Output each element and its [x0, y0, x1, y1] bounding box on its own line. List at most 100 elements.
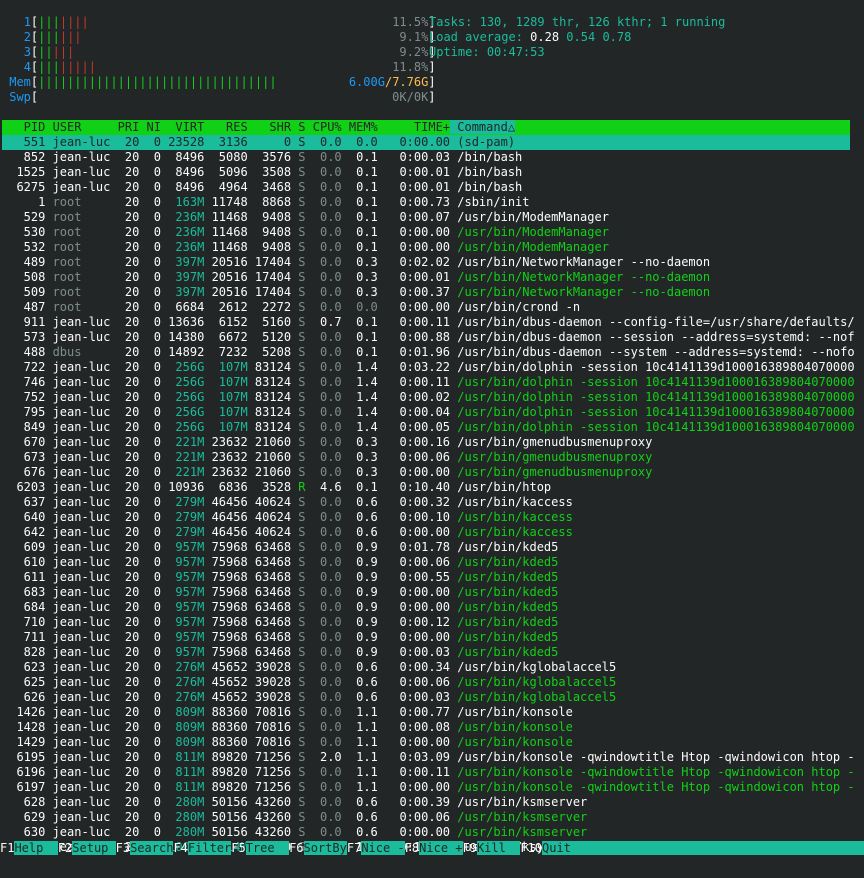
cell-res: 45652	[204, 660, 248, 674]
column-header-virt[interactable]: VIRT	[161, 120, 204, 134]
fkey-f7[interactable]: F7	[347, 841, 361, 855]
table-row[interactable]: 6195 jean-luc 20 0 811M 89820 71256 S 2.…	[2, 750, 854, 765]
cell-pid: 626	[2, 690, 46, 704]
column-header-res[interactable]: RES	[204, 120, 248, 134]
table-row[interactable]: 710 jean-luc 20 0 957M 75968 63468 S 0.0…	[2, 615, 855, 630]
column-header-mem[interactable]: MEM%	[342, 120, 378, 134]
fkey-label-quit[interactable]: Quit	[542, 841, 571, 855]
table-row[interactable]: 637 jean-luc 20 0 279M 46456 40624 S 0.0…	[2, 495, 855, 510]
fkey-label-filter[interactable]: Filter	[187, 841, 232, 855]
cell-cpu: 0.0	[305, 810, 342, 824]
table-row[interactable]: 852 jean-luc 20 0 8496 5080 3576 S 0.0 0…	[2, 150, 855, 165]
fkey-label-help[interactable]: Help	[14, 841, 44, 855]
table-row[interactable]: 1428 jean-luc 20 0 809M 88360 70816 S 0.…	[2, 720, 855, 735]
cell-cpu: 4.6	[305, 480, 342, 494]
table-row[interactable]: 722 jean-luc 20 0 256G 107M 83124 S 0.0 …	[2, 360, 855, 375]
fkey-f1[interactable]: F1	[0, 841, 14, 855]
column-header-time[interactable]: TIME+	[378, 120, 450, 134]
table-row[interactable]: 489 root 20 0 397M 20516 17404 S 0.0 0.3…	[2, 255, 855, 270]
table-row[interactable]: 911 jean-luc 20 0 13636 6152 5160 S 0.7 …	[2, 315, 855, 330]
table-row[interactable]: 6196 jean-luc 20 0 811M 89820 71256 S 0.…	[2, 765, 854, 780]
table-row[interactable]: 487 root 20 0 6684 2612 2272 S 0.0 0.0 0…	[2, 300, 855, 315]
table-row[interactable]: 609 jean-luc 20 0 957M 75968 63468 S 0.0…	[2, 540, 855, 555]
table-row[interactable]: 676 jean-luc 20 0 221M 23632 21060 S 0.0…	[2, 465, 855, 480]
column-header-cpu[interactable]: CPU%	[306, 120, 342, 134]
fkey-label-nice-[interactable]: Nice -	[361, 841, 405, 855]
column-header-shr[interactable]: SHR	[248, 120, 291, 134]
table-row[interactable]: 509 root 20 0 397M 20516 17404 S 0.0 0.3…	[2, 285, 855, 300]
table-row[interactable]: 630 jean-luc 20 0 280M 50156 43260 S 0.0…	[2, 825, 855, 840]
table-row[interactable]: 683 jean-luc 20 0 957M 75968 63468 S 0.0…	[2, 585, 855, 600]
cell-cpu: 0.0	[305, 825, 342, 839]
fkey-f2[interactable]: F2	[58, 841, 72, 855]
cell-mem: 1.1	[341, 765, 378, 779]
cell-ni: 0	[139, 405, 161, 419]
fkey-f5[interactable]: F5	[231, 841, 245, 855]
fkey-label-nice-[interactable]: Nice +	[419, 841, 463, 855]
cell-user: jean-luc	[45, 615, 111, 629]
table-row[interactable]: 628 jean-luc 20 0 280M 50156 43260 S 0.0…	[2, 795, 855, 810]
table-row[interactable]: 1525 jean-luc 20 0 8496 5096 3508 S 0.0 …	[2, 165, 855, 180]
cell-res: 2612	[204, 300, 248, 314]
cell-user: jean-luc	[45, 390, 111, 404]
table-row[interactable]: 6203 jean-luc 20 0 10936 6836 3528 R 4.6…	[2, 480, 855, 495]
table-row[interactable]: 6197 jean-luc 20 0 811M 89820 71256 S 0.…	[2, 780, 854, 795]
fkey-label-setup[interactable]: Setup	[72, 841, 109, 855]
cell-cpu: 0.0	[305, 225, 342, 239]
table-row[interactable]: 828 jean-luc 20 0 957M 75968 63468 S 0.0…	[2, 645, 855, 660]
cell-virt: 957M	[160, 585, 205, 599]
cell-pid: 6197	[2, 780, 46, 794]
cell-user: jean-luc	[45, 750, 111, 764]
column-header-cmd[interactable]: Command△	[450, 120, 516, 134]
fkey-label-tree[interactable]: Tree	[245, 841, 275, 855]
column-header-pid[interactable]: PID	[2, 120, 46, 134]
table-row[interactable]: 670 jean-luc 20 0 221M 23632 21060 S 0.0…	[2, 435, 855, 450]
cell-s: S	[291, 600, 306, 614]
cell-time: 0:00.06	[377, 555, 451, 569]
column-header-user[interactable]: USER	[45, 120, 110, 134]
fkey-label-kill[interactable]: Kill	[476, 841, 506, 855]
table-row[interactable]: 508 root 20 0 397M 20516 17404 S 0.0 0.3…	[2, 270, 855, 285]
fkey-label-sortby[interactable]: SortBy	[303, 841, 347, 855]
column-header-s[interactable]: S	[291, 120, 305, 134]
table-row[interactable]: 488 dbus 20 0 14892 7232 5208 S 0.0 0.1 …	[2, 345, 855, 360]
cell-pid: 911	[2, 315, 46, 329]
table-row[interactable]: 684 jean-luc 20 0 957M 75968 63468 S 0.0…	[2, 600, 855, 615]
table-row[interactable]: 611 jean-luc 20 0 957M 75968 63468 S 0.0…	[2, 570, 855, 585]
table-row[interactable]: 746 jean-luc 20 0 256G 107M 83124 S 0.0 …	[2, 375, 855, 390]
table-row[interactable]: 849 jean-luc 20 0 256G 107M 83124 S 0.0 …	[2, 420, 855, 435]
table-row[interactable]: 623 jean-luc 20 0 276M 45652 39028 S 0.0…	[2, 660, 855, 675]
table-row[interactable]: 626 jean-luc 20 0 276M 45652 39028 S 0.0…	[2, 690, 855, 705]
fkey-f6[interactable]: F6	[289, 841, 303, 855]
cell-pid: 828	[2, 645, 46, 659]
table-row[interactable]: 530 root 20 0 236M 11468 9408 S 0.0 0.1 …	[2, 225, 855, 240]
cell-shr: 21060	[247, 465, 292, 479]
cell-pid: 529	[2, 210, 46, 224]
table-row[interactable]: 573 jean-luc 20 0 14380 6672 5120 S 0.0 …	[2, 330, 855, 345]
table-row[interactable]: 1 root 20 0 163M 11748 8868 S 0.0 0.1 0:…	[2, 195, 855, 210]
column-header-ni[interactable]: NI	[139, 120, 161, 134]
table-row[interactable]: 625 jean-luc 20 0 276M 45652 39028 S 0.0…	[2, 675, 855, 690]
table-row[interactable]: 795 jean-luc 20 0 256G 107M 83124 S 0.0 …	[2, 405, 855, 420]
table-row[interactable]: 1429 jean-luc 20 0 809M 88360 70816 S 0.…	[2, 735, 855, 750]
table-row[interactable]: 673 jean-luc 20 0 221M 23632 21060 S 0.0…	[2, 450, 855, 465]
fkey-f10[interactable]: F10	[520, 841, 542, 855]
fkey-label-search[interactable]: Search	[130, 841, 174, 855]
table-row[interactable]: 711 jean-luc 20 0 957M 75968 63468 S 0.0…	[2, 630, 855, 645]
table-row[interactable]: 529 root 20 0 236M 11468 9408 S 0.0 0.1 …	[2, 210, 855, 225]
table-row[interactable]: 629 jean-luc 20 0 280M 50156 43260 S 0.0…	[2, 810, 855, 825]
table-row[interactable]: 551 jean-luc 20 0 23528 3136 0 S 0.0 0.0…	[2, 135, 850, 150]
table-row[interactable]: 610 jean-luc 20 0 957M 75968 63468 S 0.0…	[2, 555, 855, 570]
table-row[interactable]: 532 root 20 0 236M 11468 9408 S 0.0 0.1 …	[2, 240, 855, 255]
table-row[interactable]: 1426 jean-luc 20 0 809M 88360 70816 S 0.…	[2, 705, 855, 720]
table-row[interactable]: 642 jean-luc 20 0 279M 46456 40624 S 0.0…	[2, 525, 855, 540]
column-header-pri[interactable]: PRI	[110, 120, 140, 134]
cell-cpu: 0.0	[305, 255, 342, 269]
table-row[interactable]: 640 jean-luc 20 0 279M 46456 40624 S 0.0…	[2, 510, 855, 525]
fkey-f4[interactable]: F4	[173, 841, 187, 855]
fkey-f8[interactable]: F8	[405, 841, 419, 855]
table-row[interactable]: 6275 jean-luc 20 0 8496 4964 3468 S 0.0 …	[2, 180, 855, 195]
fkey-f9[interactable]: F9	[463, 841, 477, 855]
table-row[interactable]: 752 jean-luc 20 0 256G 107M 83124 S 0.0 …	[2, 390, 855, 405]
fkey-f3[interactable]: F3	[116, 841, 130, 855]
